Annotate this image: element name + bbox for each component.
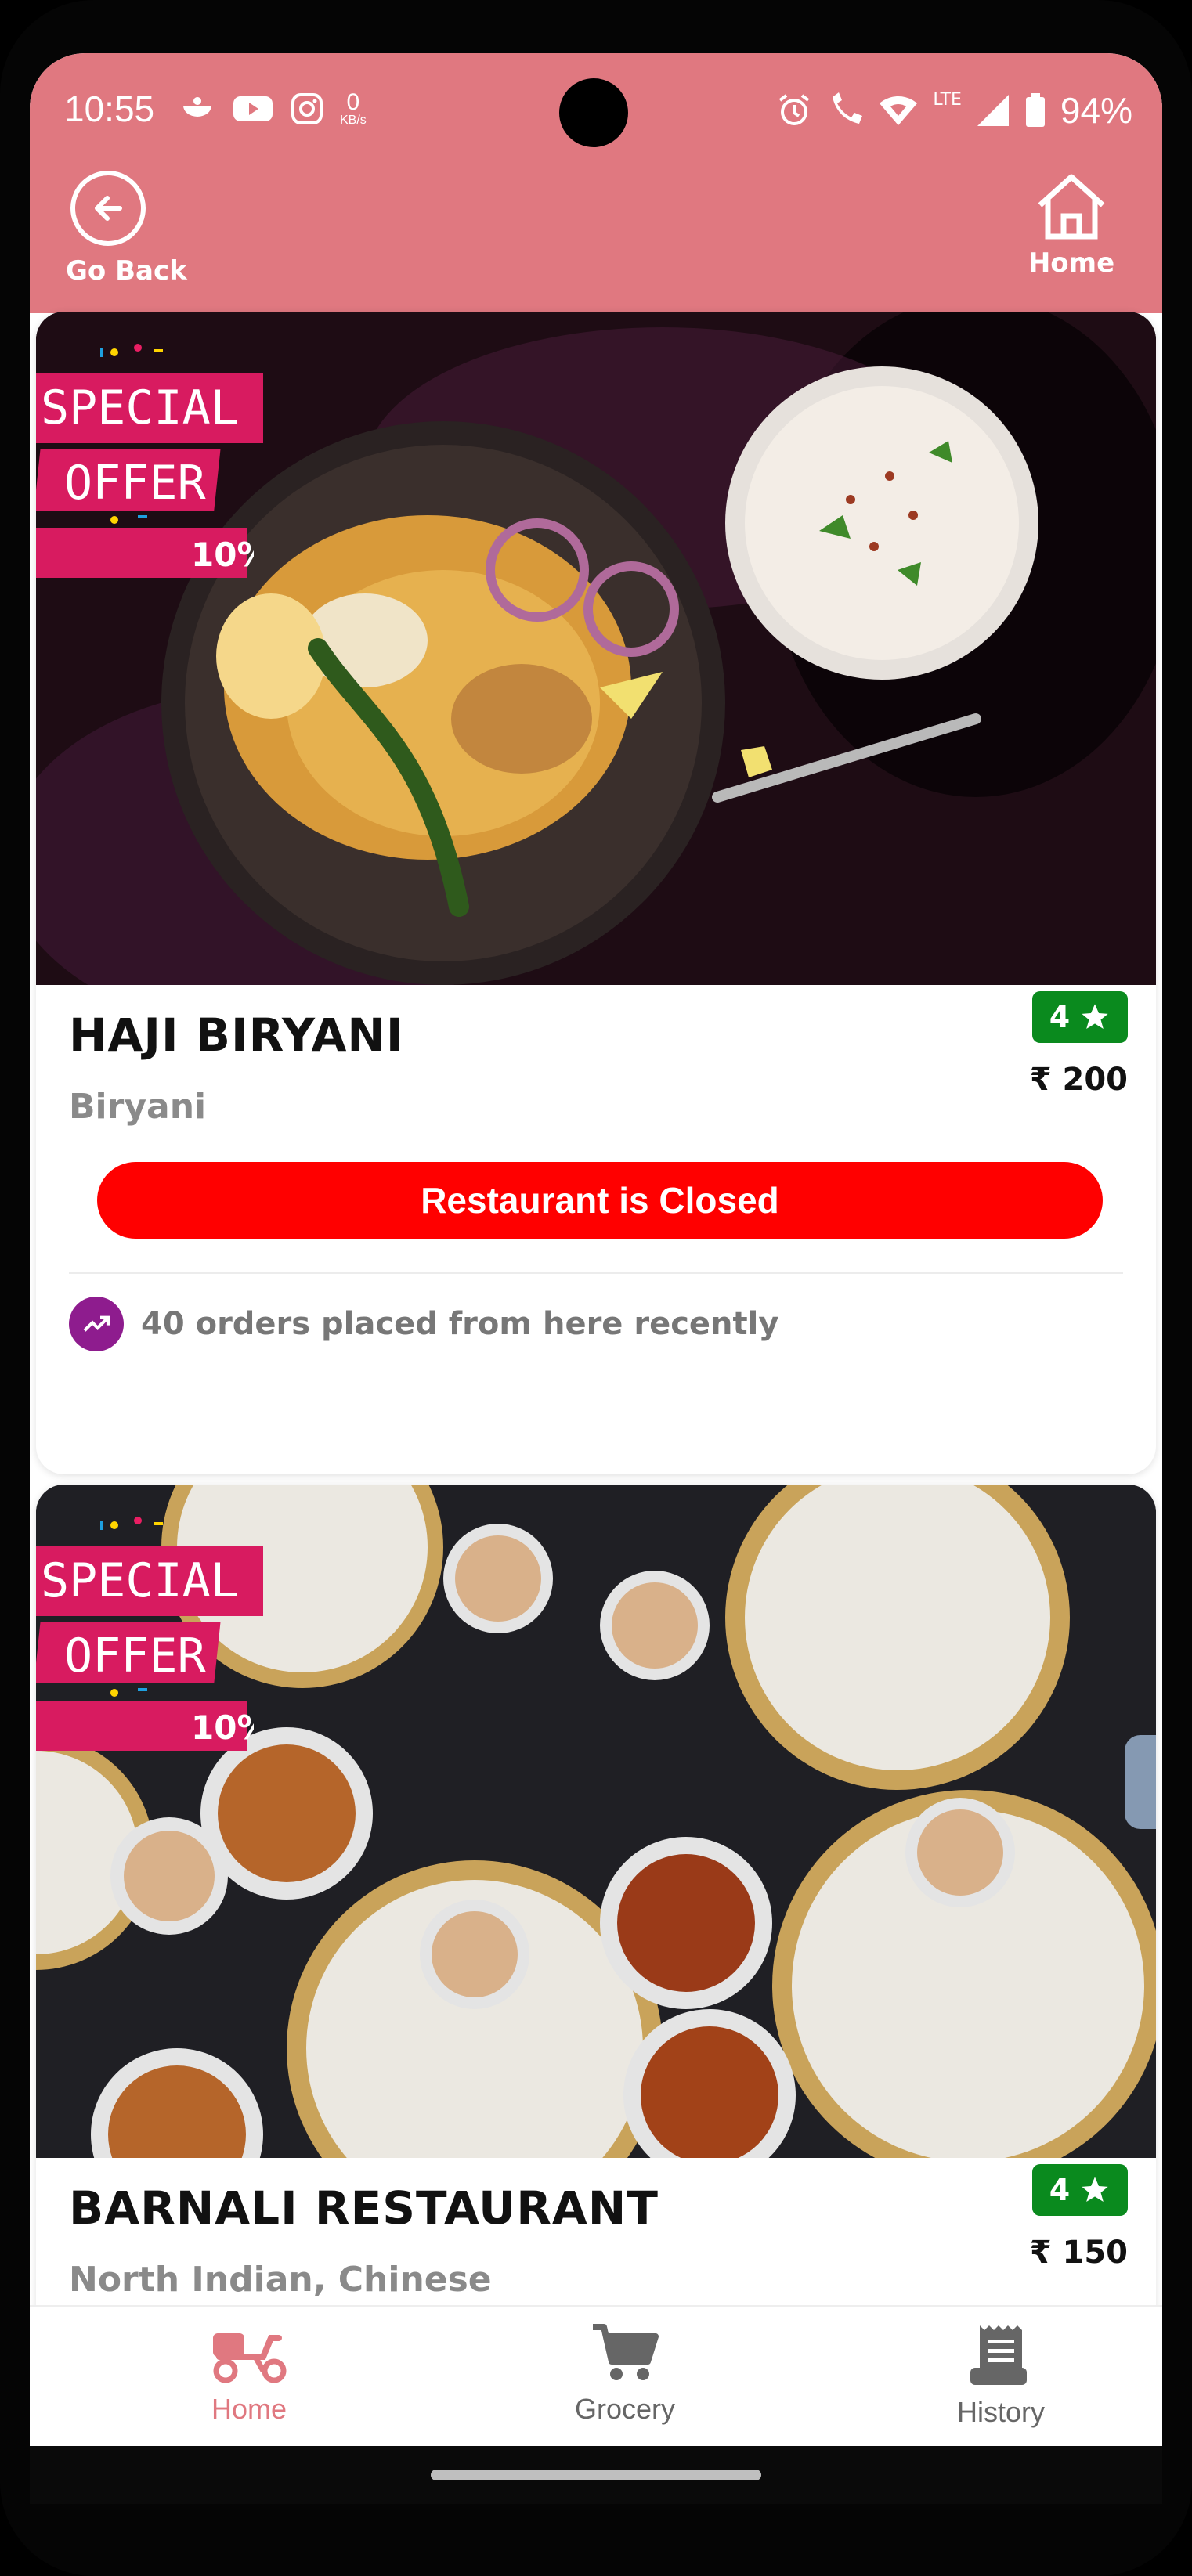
- phone-frame: 10:55 0 KB/s LTE 94% Go Back Home SPECIA…: [0, 0, 1192, 2576]
- receipt-icon: [970, 2325, 1027, 2385]
- status-right-icons: LTE 94%: [776, 89, 1132, 132]
- bottom-nav: Home Grocery History: [30, 2305, 1162, 2448]
- offer-line2: OFFER: [64, 456, 206, 511]
- restaurant-card[interactable]: SPECIAL OFFER 10% HAJI BIRYANI Biryani 4…: [36, 312, 1156, 1474]
- restaurant-name: HAJI BIRYANI: [69, 1008, 404, 1062]
- wifi-call-icon: [833, 92, 863, 124]
- nav-tab-home-label: Home: [211, 2393, 287, 2425]
- status-left-icons: 0 KB/s: [179, 91, 367, 127]
- home-label: Home: [1028, 247, 1115, 279]
- rating-value: 4: [1049, 2173, 1071, 2207]
- divider: [69, 1272, 1123, 1274]
- nav-tab-home[interactable]: Home: [132, 2322, 367, 2426]
- offer-line2: OFFER: [64, 1629, 206, 1683]
- battery-icon: [1025, 93, 1045, 127]
- offer-percent: 10%: [191, 536, 254, 574]
- go-back-button[interactable]: Go Back: [66, 171, 199, 287]
- price: ₹ 150: [1029, 2235, 1128, 2271]
- offer-line1: SPECIAL: [41, 381, 239, 435]
- nav-tab-grocery[interactable]: Grocery: [508, 2322, 742, 2426]
- youtube-icon: [233, 96, 273, 121]
- restaurant-cuisine: North Indian, Chinese: [69, 2260, 492, 2300]
- offer-percent: 10%: [191, 1708, 254, 1747]
- restaurant-cuisine: Biryani: [69, 1087, 207, 1127]
- scooter-icon: [213, 2333, 287, 2383]
- offer-line1: SPECIAL: [41, 1553, 239, 1608]
- alarm-icon: [779, 94, 810, 125]
- status-bar: 10:55 0 KB/s LTE 94%: [30, 53, 1162, 147]
- network-type: LTE: [933, 89, 962, 110]
- back-arrow-icon: [70, 171, 146, 246]
- net-speed: 0 KB/s: [340, 89, 367, 127]
- restaurant-name: BARNALI RESTAURANT: [69, 2181, 659, 2235]
- app-header: Go Back Home: [30, 147, 1162, 313]
- battery-percent: 94%: [1060, 90, 1132, 131]
- nav-tab-history-label: History: [956, 2396, 1045, 2428]
- gesture-home-bar[interactable]: [431, 2470, 761, 2480]
- rating-badge: 4: [1032, 991, 1128, 1043]
- status-time: 10:55: [64, 88, 155, 129]
- star-icon: [1082, 1004, 1108, 1029]
- rating-badge: 4: [1032, 2164, 1128, 2216]
- signal-icon: [977, 95, 1009, 126]
- home-button[interactable]: Home: [1017, 171, 1126, 279]
- front-camera: [559, 78, 628, 147]
- recent-orders: 40 orders placed from here recently: [69, 1297, 778, 1351]
- recent-orders-text: 40 orders placed from here recently: [141, 1306, 779, 1342]
- rating-value: 4: [1049, 1000, 1071, 1034]
- instagram-icon: [291, 93, 323, 124]
- star-icon: [1082, 2177, 1108, 2202]
- notification-app-icon: [183, 97, 211, 117]
- wifi-icon: [880, 96, 918, 125]
- system-nav-bar: [30, 2446, 1162, 2504]
- screen: 10:55 0 KB/s LTE 94% Go Back Home SPECIA…: [30, 53, 1162, 2504]
- price: ₹ 200: [1029, 1062, 1128, 1098]
- home-icon: [1038, 174, 1105, 240]
- restaurant-closed-button[interactable]: Restaurant is Closed: [97, 1162, 1103, 1239]
- go-back-label: Go Back: [66, 255, 187, 287]
- nav-tab-grocery-label: Grocery: [574, 2393, 676, 2425]
- restaurant-card[interactable]: SPECIAL OFFER 10% BARNALI RESTAURANT Nor…: [36, 1485, 1156, 2377]
- nav-tab-history[interactable]: History: [883, 2322, 1118, 2429]
- cart-icon: [593, 2324, 659, 2380]
- trending-icon: [69, 1297, 124, 1351]
